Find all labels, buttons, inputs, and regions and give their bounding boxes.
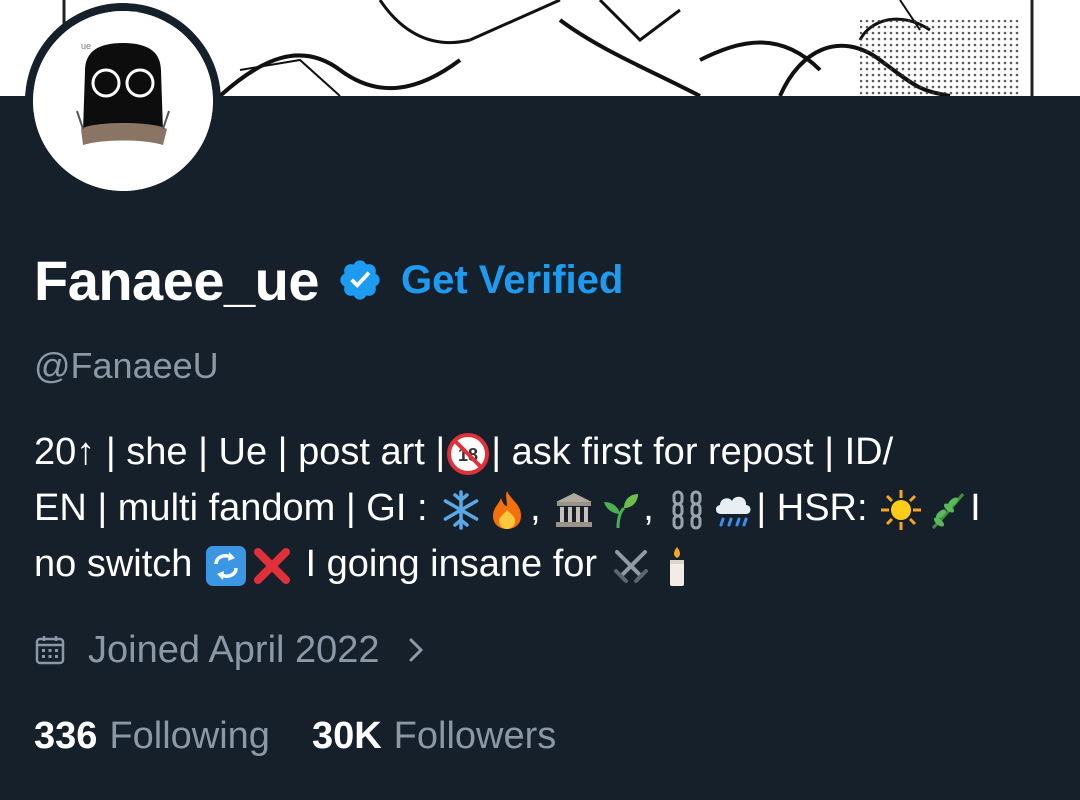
avatar[interactable]: ue [25,3,221,199]
bio-text: I going insane for [294,543,608,585]
bio-text: , [643,487,665,529]
username-handle: @FanaeeU [34,345,219,386]
calendar-icon [34,632,70,668]
crossed-swords-icon [609,544,653,588]
bio-text: | ask first for repost | ID/ [491,431,894,473]
bio-text: | HSR: [756,487,879,529]
fire-icon [485,488,529,532]
bio-line: EN | multi fandom | GI : , , | HSR: I [34,480,1054,536]
verified-badge-icon[interactable] [337,256,385,304]
bio-text: 20↑ | she | Ue | post art | [34,431,446,473]
name-row: Fanaee_ue Get Verified [34,248,623,312]
joined-date-row[interactable]: Joined April 2022 [34,622,430,678]
bio-text: no switch [34,543,203,585]
switch-arrows-icon [204,544,248,588]
joined-date-text: Joined April 2022 [88,628,380,671]
bio-text: EN | multi fandom | GI : [34,487,439,529]
seedling-icon [598,488,642,532]
bio-text: , [530,487,552,529]
following-count: 336 [34,714,98,757]
following-label: Following [109,714,270,757]
display-name: Fanaee_ue [34,248,320,312]
snowflake-icon [439,488,483,532]
followers-label: Followers [393,714,557,757]
rain-cloud-icon [711,488,755,532]
get-verified-link[interactable]: Get Verified [401,258,623,303]
bio: 20↑ | she | Ue | post art |18| ask first… [34,424,1054,592]
classical-building-icon [552,488,596,532]
follow-stats: 336 Following 30K Followers [34,708,556,764]
svg-text:ue: ue [81,41,91,51]
herb-icon [925,488,969,532]
no-18-icon: 18 [446,432,490,476]
bio-line: no switch I going insane for [34,536,1054,592]
cross-mark-icon [250,544,294,588]
bio-line: 20↑ | she | Ue | post art |18| ask first… [34,424,1054,480]
chevron-right-icon [406,632,430,668]
following-link[interactable]: 336 Following [34,715,270,758]
bio-text: I [970,487,981,529]
chains-icon [665,488,709,532]
followers-count: 30K [311,714,382,757]
followers-link[interactable]: 30K Followers [312,715,556,758]
candle-icon [655,544,699,588]
sun-icon [879,488,923,532]
avatar-image: ue [33,11,213,191]
